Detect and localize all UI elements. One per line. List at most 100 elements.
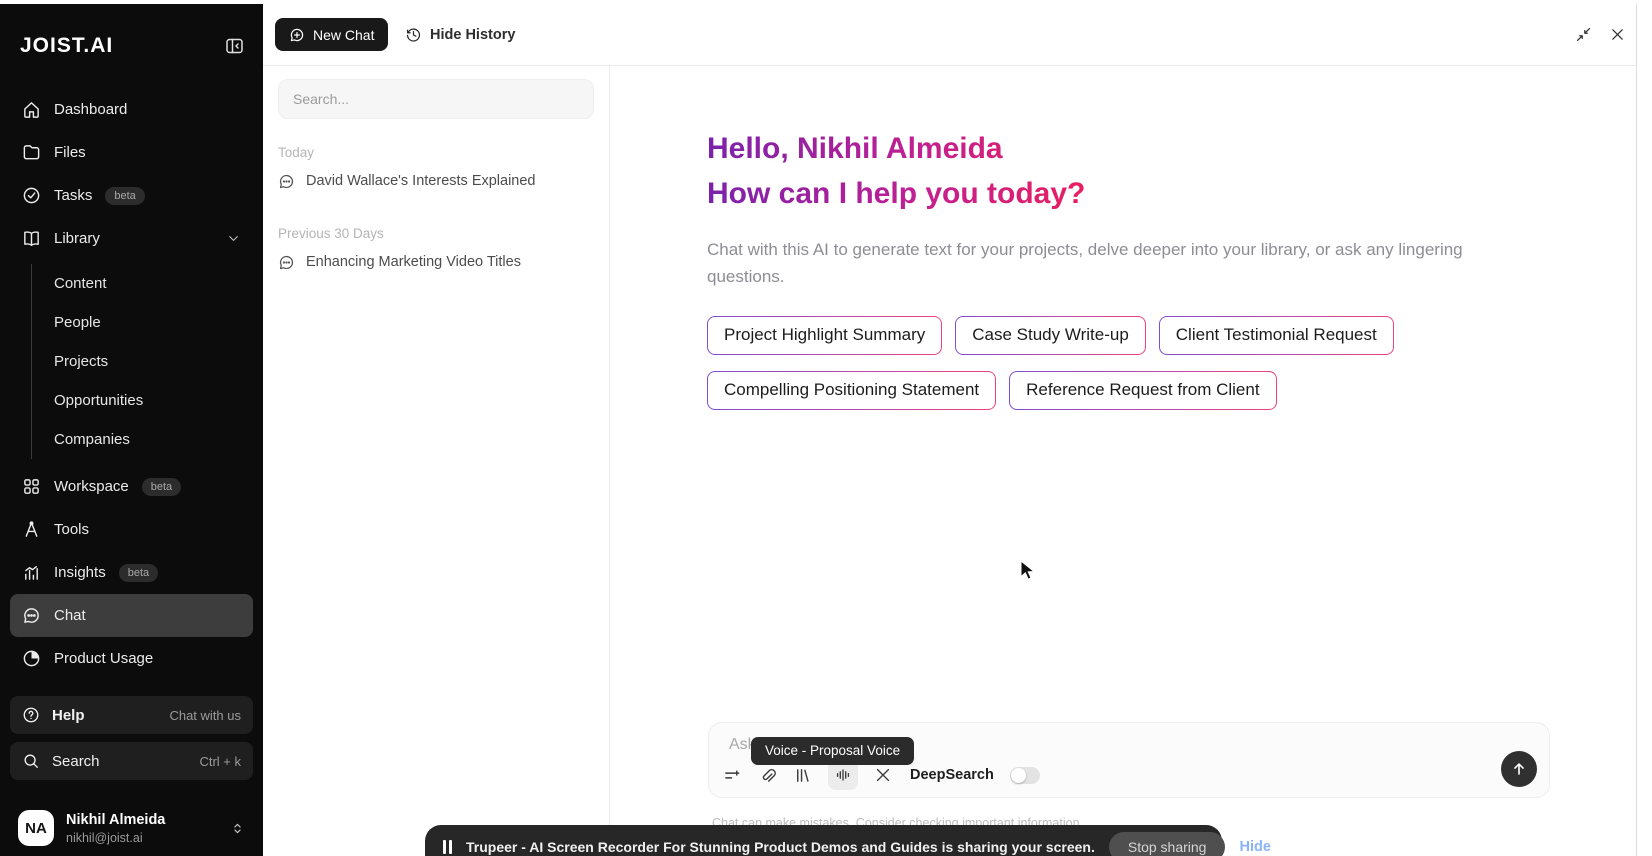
deepsearch-toggle[interactable] xyxy=(1009,766,1040,784)
chat-bubble-icon xyxy=(279,255,294,269)
search-shortcut: Ctrl + k xyxy=(199,753,241,769)
sidebar: JOIST.AI Dashboard Files Tasks beta Libr… xyxy=(0,4,263,856)
app-window: JOIST.AI Dashboard Files Tasks beta Libr… xyxy=(0,0,1652,856)
sidebar-item-label: Library xyxy=(54,230,100,247)
window-border xyxy=(1636,4,1637,856)
history-item[interactable]: David Wallace's Interests Explained xyxy=(278,170,594,192)
sidebar-item-label: Tasks xyxy=(54,187,93,204)
arrow-up-icon xyxy=(1514,763,1524,775)
search-label: Search xyxy=(52,752,100,770)
book-open-icon xyxy=(24,231,39,246)
sidebar-item-label: Tools xyxy=(54,521,90,538)
history-search-box[interactable] xyxy=(278,79,594,119)
suggestion-chips: Project Highlight Summary Case Study Wri… xyxy=(707,316,1467,410)
profile-email: nikhil@joist.ai xyxy=(66,830,143,845)
screen-share-banner: Trupeer - AI Screen Recorder For Stunnin… xyxy=(425,825,1271,856)
sidebar-item-label: Insights xyxy=(54,564,106,581)
sidebar-item-label: Files xyxy=(54,144,86,161)
sidebar-item-chat[interactable]: Chat xyxy=(10,594,253,637)
sidebar-item-dashboard[interactable]: Dashboard xyxy=(10,88,253,131)
greeting-line-1: Hello, Nikhil Almeida xyxy=(707,126,1085,171)
stop-sharing-button[interactable]: Stop sharing xyxy=(1108,832,1226,856)
pie-chart-icon xyxy=(23,650,40,667)
deepsearch-label: DeepSearch xyxy=(910,767,994,783)
sidebar-item-workspace[interactable]: Workspace beta xyxy=(10,465,253,508)
user-profile[interactable]: NA Nikhil Almeida nikhil@joist.ai xyxy=(10,810,253,846)
search-icon xyxy=(24,754,38,768)
chat-bubble-icon xyxy=(24,608,39,623)
library-children: Content People Projects Opportunities Co… xyxy=(31,264,253,459)
close-icon[interactable] xyxy=(1609,26,1626,43)
send-button[interactable] xyxy=(1501,751,1537,787)
home-icon xyxy=(24,102,39,118)
hide-history-label: Hide History xyxy=(430,26,516,43)
chat-plus-icon xyxy=(290,28,304,41)
avatar: NA xyxy=(18,810,54,846)
sidebar-item-label: Product Usage xyxy=(54,650,154,667)
sidebar-item-insights[interactable]: Insights beta xyxy=(10,551,253,594)
hide-banner-link[interactable]: Hide xyxy=(1239,839,1270,855)
toggle-knob xyxy=(1010,767,1026,783)
history-section-title: Today xyxy=(278,145,315,160)
sidebar-item-label: Workspace xyxy=(54,478,129,495)
history-search-input[interactable] xyxy=(293,91,579,107)
attachment-icon[interactable] xyxy=(758,766,777,785)
sidebar-item-tasks[interactable]: Tasks beta xyxy=(10,174,253,217)
sidebar-item-content[interactable]: Content xyxy=(32,264,253,303)
mouse-cursor xyxy=(1020,560,1036,580)
sidebar-item-projects[interactable]: Projects xyxy=(32,342,253,381)
x-logo-icon[interactable] xyxy=(874,766,892,784)
new-chat-button[interactable]: New Chat xyxy=(275,18,389,51)
waveform-icon xyxy=(836,769,850,781)
app-logo: JOIST.AI xyxy=(20,34,114,57)
message-composer[interactable]: Ask A Voice - Proposal Voice DeepSearch xyxy=(708,722,1550,798)
hide-history-button[interactable]: Hide History xyxy=(405,18,515,51)
sidebar-item-companies[interactable]: Companies xyxy=(32,420,253,459)
chat-main-area: Hello, Nikhil Almeida How can I help you… xyxy=(610,66,1636,856)
pause-icon[interactable] xyxy=(443,840,452,854)
sidebar-item-product-usage[interactable]: Product Usage xyxy=(10,637,253,680)
library-icon[interactable] xyxy=(793,766,812,785)
folder-icon xyxy=(23,145,40,160)
chevrons-up-down-icon[interactable] xyxy=(230,821,245,836)
sidebar-item-label: Dashboard xyxy=(54,101,128,118)
chart-icon xyxy=(25,566,38,580)
suggestion-chip[interactable]: Compelling Positioning Statement xyxy=(707,371,996,410)
help-icon xyxy=(23,707,39,723)
history-item-title: Enhancing Marketing Video Titles xyxy=(306,254,521,270)
beta-badge: beta xyxy=(141,477,182,496)
chat-bubble-icon xyxy=(279,174,294,188)
suggestion-chip[interactable]: Reference Request from Client xyxy=(1009,371,1276,410)
sidebar-item-opportunities[interactable]: Opportunities xyxy=(32,381,253,420)
sidebar-item-people[interactable]: People xyxy=(32,303,253,342)
new-chat-label: New Chat xyxy=(313,26,375,43)
greeting-description: Chat with this AI to generate text for y… xyxy=(707,240,1463,286)
tune-icon[interactable] xyxy=(723,766,742,785)
greeting-line-2: How can I help you today? xyxy=(707,171,1085,216)
history-item-title: David Wallace's Interests Explained xyxy=(306,173,536,189)
search-button[interactable]: Search Ctrl + k xyxy=(10,742,253,780)
sidebar-item-label: Chat xyxy=(54,607,86,624)
history-clock-icon xyxy=(406,28,421,42)
chat-history-panel: Today David Wallace's Interests Explaine… xyxy=(263,66,610,856)
help-button[interactable]: Help Chat with us xyxy=(10,696,253,734)
beta-badge: beta xyxy=(105,186,145,205)
beta-badge: beta xyxy=(118,563,159,582)
share-message: Trupeer - AI Screen Recorder For Stunnin… xyxy=(466,839,1095,855)
help-label: Help xyxy=(52,706,85,724)
sidebar-collapse-icon[interactable] xyxy=(224,36,245,56)
check-circle-icon xyxy=(23,187,40,204)
profile-name: Nikhil Almeida xyxy=(66,811,166,828)
sidebar-item-tools[interactable]: Tools xyxy=(10,508,253,551)
top-bar: New Chat Hide History xyxy=(263,4,1636,66)
suggestion-chip[interactable]: Project Highlight Summary xyxy=(707,316,942,355)
greeting-heading: Hello, Nikhil Almeida How can I help you… xyxy=(707,126,1085,216)
suggestion-chip[interactable]: Client Testimonial Request xyxy=(1159,316,1394,355)
minimize-icon[interactable] xyxy=(1575,26,1592,43)
sidebar-item-files[interactable]: Files xyxy=(10,131,253,174)
sidebar-item-library[interactable]: Library xyxy=(10,217,253,260)
suggestion-chip[interactable]: Case Study Write-up xyxy=(955,316,1146,355)
chevron-down-icon[interactable] xyxy=(226,231,241,246)
help-hint: Chat with us xyxy=(169,707,241,723)
history-item[interactable]: Enhancing Marketing Video Titles xyxy=(278,251,594,273)
